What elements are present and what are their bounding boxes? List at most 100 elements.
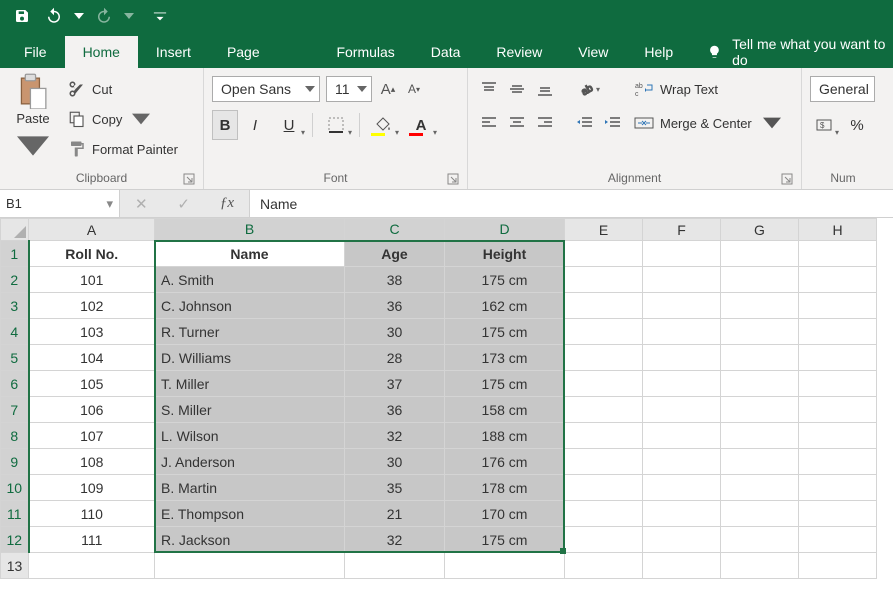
undo-button[interactable] <box>40 2 68 30</box>
align-center-button[interactable] <box>504 110 530 136</box>
col-header-B[interactable]: B <box>155 219 345 241</box>
cell-H12[interactable] <box>799 527 877 553</box>
cell-G5[interactable] <box>721 345 799 371</box>
col-header-H[interactable]: H <box>799 219 877 241</box>
align-right-button[interactable] <box>532 110 558 136</box>
cell-H13[interactable] <box>799 553 877 579</box>
tab-formulas[interactable]: Formulas <box>318 36 412 68</box>
undo-dropdown[interactable] <box>72 2 86 30</box>
cell-B8[interactable]: L. Wilson <box>155 423 345 449</box>
formula-input[interactable]: Name <box>250 190 893 217</box>
cell-C4[interactable]: 30 <box>345 319 445 345</box>
bold-button[interactable]: B <box>212 110 238 140</box>
cell-E13[interactable] <box>565 553 643 579</box>
row-header-2[interactable]: 2 <box>1 267 29 293</box>
cell-F7[interactable] <box>643 397 721 423</box>
tab-file[interactable]: File <box>6 36 65 68</box>
cell-D10[interactable]: 178 cm <box>445 475 565 501</box>
cell-H1[interactable] <box>799 241 877 267</box>
cell-G10[interactable] <box>721 475 799 501</box>
cell-A8[interactable]: 107 <box>29 423 155 449</box>
cell-D5[interactable]: 173 cm <box>445 345 565 371</box>
cell-F10[interactable] <box>643 475 721 501</box>
spreadsheet-grid[interactable]: ABCDEFGH1Roll No.NameAgeHeight2101A. Smi… <box>0 218 893 579</box>
increase-indent-button[interactable] <box>600 110 626 136</box>
cell-G12[interactable] <box>721 527 799 553</box>
cell-B4[interactable]: R. Turner <box>155 319 345 345</box>
cell-F3[interactable] <box>643 293 721 319</box>
cell-C11[interactable]: 21 <box>345 501 445 527</box>
cell-F12[interactable] <box>643 527 721 553</box>
cell-E3[interactable] <box>565 293 643 319</box>
col-header-D[interactable]: D <box>445 219 565 241</box>
align-bottom-button[interactable] <box>532 76 558 102</box>
font-name-combo[interactable]: Open Sans <box>212 76 320 102</box>
italic-button[interactable]: I <box>242 110 268 140</box>
cell-G13[interactable] <box>721 553 799 579</box>
tell-me-search[interactable]: Tell me what you want to do <box>707 36 893 68</box>
cell-C6[interactable]: 37 <box>345 371 445 397</box>
cell-G1[interactable] <box>721 241 799 267</box>
cell-D6[interactable]: 175 cm <box>445 371 565 397</box>
cell-H5[interactable] <box>799 345 877 371</box>
cell-F4[interactable] <box>643 319 721 345</box>
cell-A3[interactable]: 102 <box>29 293 155 319</box>
row-header-1[interactable]: 1 <box>1 241 29 267</box>
cell-C8[interactable]: 32 <box>345 423 445 449</box>
align-top-button[interactable] <box>476 76 502 102</box>
cell-E8[interactable] <box>565 423 643 449</box>
name-box[interactable]: B1 ▾ <box>0 190 120 217</box>
cell-H3[interactable] <box>799 293 877 319</box>
row-header-12[interactable]: 12 <box>1 527 29 553</box>
select-all-corner[interactable] <box>1 219 29 241</box>
insert-function-button[interactable]: ƒx <box>220 195 234 212</box>
cell-G4[interactable] <box>721 319 799 345</box>
row-header-11[interactable]: 11 <box>1 501 29 527</box>
cell-G8[interactable] <box>721 423 799 449</box>
cell-E9[interactable] <box>565 449 643 475</box>
cell-E6[interactable] <box>565 371 643 397</box>
col-header-A[interactable]: A <box>29 219 155 241</box>
cell-C2[interactable]: 38 <box>345 267 445 293</box>
cell-A1[interactable]: Roll No. <box>29 241 155 267</box>
row-header-5[interactable]: 5 <box>1 345 29 371</box>
col-header-C[interactable]: C <box>345 219 445 241</box>
tab-help[interactable]: Help <box>626 36 691 68</box>
save-button[interactable] <box>8 2 36 30</box>
row-header-7[interactable]: 7 <box>1 397 29 423</box>
row-header-13[interactable]: 13 <box>1 553 29 579</box>
cell-F5[interactable] <box>643 345 721 371</box>
align-left-button[interactable] <box>476 110 502 136</box>
cell-D9[interactable]: 176 cm <box>445 449 565 475</box>
font-color-button[interactable]: A ▾ <box>404 110 438 140</box>
cell-D12[interactable]: 175 cm <box>445 527 565 553</box>
row-header-10[interactable]: 10 <box>1 475 29 501</box>
redo-dropdown[interactable] <box>122 2 136 30</box>
cell-A10[interactable]: 109 <box>29 475 155 501</box>
cell-B5[interactable]: D. Williams <box>155 345 345 371</box>
cell-C3[interactable]: 36 <box>345 293 445 319</box>
cell-G7[interactable] <box>721 397 799 423</box>
cell-F9[interactable] <box>643 449 721 475</box>
cell-H4[interactable] <box>799 319 877 345</box>
cell-F13[interactable] <box>643 553 721 579</box>
cell-B12[interactable]: R. Jackson <box>155 527 345 553</box>
cancel-formula-button[interactable]: ✕ <box>135 195 148 213</box>
cell-H2[interactable] <box>799 267 877 293</box>
cell-B13[interactable] <box>155 553 345 579</box>
row-header-9[interactable]: 9 <box>1 449 29 475</box>
cell-D11[interactable]: 170 cm <box>445 501 565 527</box>
cell-A4[interactable]: 103 <box>29 319 155 345</box>
cell-G2[interactable] <box>721 267 799 293</box>
cell-A9[interactable]: 108 <box>29 449 155 475</box>
cell-G11[interactable] <box>721 501 799 527</box>
align-middle-button[interactable] <box>504 76 530 102</box>
cell-H9[interactable] <box>799 449 877 475</box>
cut-button[interactable]: Cut <box>64 76 182 102</box>
percent-format-button[interactable]: % <box>844 110 870 140</box>
tab-review[interactable]: Review <box>478 36 560 68</box>
underline-button[interactable]: U▾ <box>272 110 306 140</box>
cell-B1[interactable]: Name <box>155 241 345 267</box>
decrease-indent-button[interactable] <box>572 110 598 136</box>
row-header-4[interactable]: 4 <box>1 319 29 345</box>
